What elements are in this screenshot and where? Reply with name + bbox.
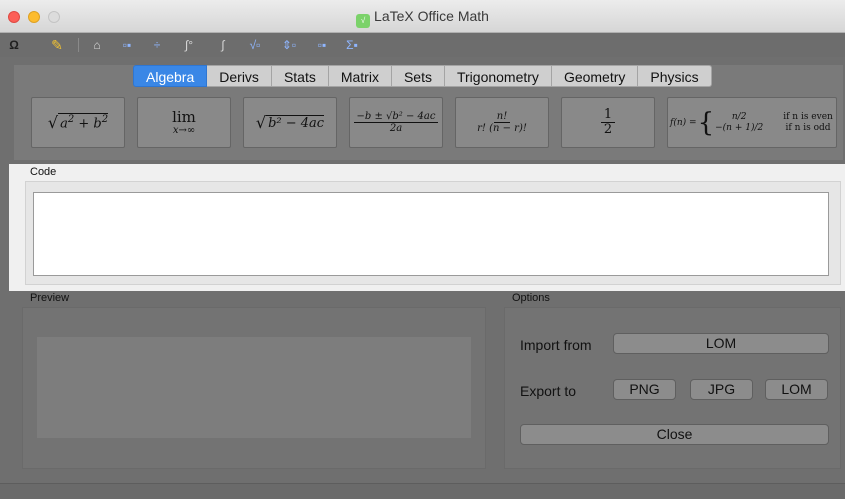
export-to-label: Export to <box>520 383 577 399</box>
discriminant-formula: b² − 4ac <box>266 114 325 131</box>
formula-button-limit[interactable]: lim x→∞ <box>137 97 231 148</box>
integral-limits-icon[interactable]: ∫° <box>180 36 198 54</box>
piecewise-cases: n/2 if n is even −(n + 1)/2 if n is odd <box>715 112 833 133</box>
formula-button-half[interactable]: 1 2 <box>561 97 655 148</box>
accent-hat-icon[interactable]: ⌂ <box>90 36 104 54</box>
options-group-box: Import from LOM Export to PNG JPG LOM Cl… <box>504 307 841 469</box>
formula-button-discriminant-root[interactable]: √ b² − 4ac <box>243 97 337 148</box>
tab-matrix[interactable]: Matrix <box>328 65 392 87</box>
close-button[interactable]: Close <box>520 424 829 445</box>
lom-app-icon: √ <box>356 14 371 28</box>
import-lom-button[interactable]: LOM <box>613 333 829 354</box>
limit-formula: lim x→∞ <box>172 107 196 137</box>
sqrt-sign-icon: √ <box>255 113 267 132</box>
category-tabs: Algebra Derivs Stats Matrix Sets Trigono… <box>133 65 712 87</box>
formula-button-piecewise[interactable]: f(n) = { n/2 if n is even −(n + 1)/2 if n … <box>667 97 837 148</box>
export-lom-button[interactable]: LOM <box>765 379 828 400</box>
tab-algebra[interactable]: Algebra <box>133 65 208 87</box>
superscript-icon[interactable]: ▫▪ <box>118 36 136 54</box>
fraction-icon[interactable]: ÷ <box>150 36 164 54</box>
export-png-button[interactable]: PNG <box>613 379 676 400</box>
preview-label: Preview <box>30 292 70 304</box>
toolbar-separator <box>78 38 79 52</box>
options-label: Options <box>512 292 550 304</box>
pythagoras-formula: a2 + b2 <box>58 113 109 132</box>
half-formula: 1 2 <box>600 107 616 138</box>
import-from-label: Import from <box>520 337 592 353</box>
quadratic-formula: −b ± √b² − 4ac 2a <box>353 111 439 134</box>
subscript-icon[interactable]: ▫▪ <box>313 36 331 54</box>
tab-stats[interactable]: Stats <box>271 65 329 87</box>
formula-button-pythagoras[interactable]: √ a2 + b2 <box>31 97 125 148</box>
arrows-icon[interactable]: ⇕▫ <box>280 36 298 54</box>
symbol-toolbar: Ω ✎ ⌂ ▫▪ ÷ ∫° ∫ √▫ ⇕▫ ▫▪ Σ▪ <box>0 33 845 57</box>
preview-canvas <box>37 337 471 438</box>
tab-derivs[interactable]: Derivs <box>207 65 272 87</box>
brace-icon: { <box>697 107 715 138</box>
integral-icon[interactable]: ∫ <box>217 36 229 54</box>
piecewise-lhs: f(n) = <box>670 117 697 128</box>
code-input[interactable] <box>33 192 829 276</box>
status-strip <box>0 483 845 499</box>
title-bar: √ LaTeX Office Math <box>0 0 845 33</box>
sqrt-sign-icon: √ <box>47 113 59 132</box>
window-title: LaTeX Office Math <box>374 8 489 24</box>
tab-trigonometry[interactable]: Trigonometry <box>444 65 552 87</box>
sum-matrix-icon[interactable]: Σ▪ <box>343 36 361 54</box>
tab-physics[interactable]: Physics <box>638 65 712 87</box>
formula-button-combination[interactable]: n! r! (n − r)! <box>455 97 549 148</box>
tab-geometry[interactable]: Geometry <box>551 65 639 87</box>
pencil-icon[interactable]: ✎ <box>48 36 66 54</box>
root-icon[interactable]: √▫ <box>246 36 264 54</box>
formula-button-quadratic[interactable]: −b ± √b² − 4ac 2a <box>349 97 443 148</box>
window-title-container: √ LaTeX Office Math <box>0 8 845 28</box>
tab-sets[interactable]: Sets <box>391 65 445 87</box>
combination-formula: n! r! (n − r)! <box>477 111 527 134</box>
omega-symbol-icon[interactable]: Ω <box>7 36 21 54</box>
code-label: Code <box>30 166 57 178</box>
export-jpg-button[interactable]: JPG <box>690 379 753 400</box>
